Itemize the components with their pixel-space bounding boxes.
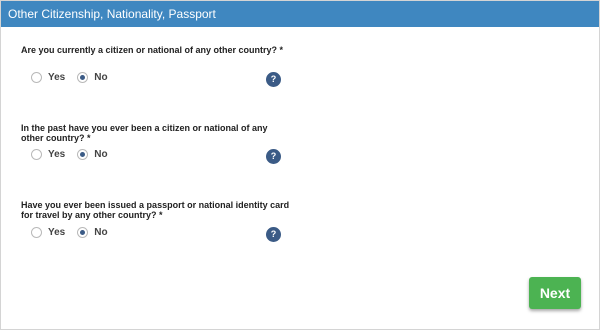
question-3-no-radio[interactable] — [77, 227, 89, 238]
question-1-yes-option[interactable]: Yes — [31, 72, 65, 83]
question-2-options: Yes No — [31, 149, 120, 160]
question-2: In the past have you ever been a citizen… — [21, 123, 291, 143]
question-2-text: In the past have you ever been a citizen… — [21, 123, 268, 143]
question-3-help-icon[interactable]: ? — [266, 227, 281, 242]
question-1-no-option[interactable]: No — [77, 72, 108, 83]
question-1-no-label: No — [94, 72, 108, 83]
question-3-no-option[interactable]: No — [77, 227, 108, 238]
question-3-yes-radio[interactable] — [31, 227, 42, 238]
question-1-help-icon[interactable]: ? — [266, 72, 281, 87]
question-3-yes-label: Yes — [48, 227, 66, 238]
question-3-no-label: No — [94, 227, 108, 238]
form-panel: Other Citizenship, Nationality, Passport… — [0, 0, 600, 330]
question-2-no-option[interactable]: No — [77, 149, 108, 160]
question-1-text: Are you currently a citizen or national … — [21, 45, 284, 55]
question-2-no-label: No — [94, 149, 108, 160]
next-button[interactable]: Next — [529, 277, 581, 309]
section-header: Other Citizenship, Nationality, Passport — [1, 1, 599, 27]
question-2-yes-radio[interactable] — [31, 149, 42, 160]
question-1-yes-label: Yes — [48, 72, 66, 83]
question-3-text: Have you ever been issued a passport or … — [21, 200, 290, 220]
question-3: Have you ever been issued a passport or … — [21, 200, 291, 220]
question-1-yes-radio[interactable] — [31, 72, 42, 83]
question-3-options: Yes No — [31, 227, 120, 238]
question-1-no-radio[interactable] — [77, 72, 89, 83]
question-3-yes-option[interactable]: Yes — [31, 227, 65, 238]
question-2-yes-label: Yes — [48, 149, 66, 160]
question-2-yes-option[interactable]: Yes — [31, 149, 65, 160]
question-2-help-icon[interactable]: ? — [266, 149, 281, 164]
question-1-options: Yes No — [31, 72, 120, 83]
question-1: Are you currently a citizen or national … — [21, 45, 291, 55]
question-2-no-radio[interactable] — [77, 149, 89, 160]
